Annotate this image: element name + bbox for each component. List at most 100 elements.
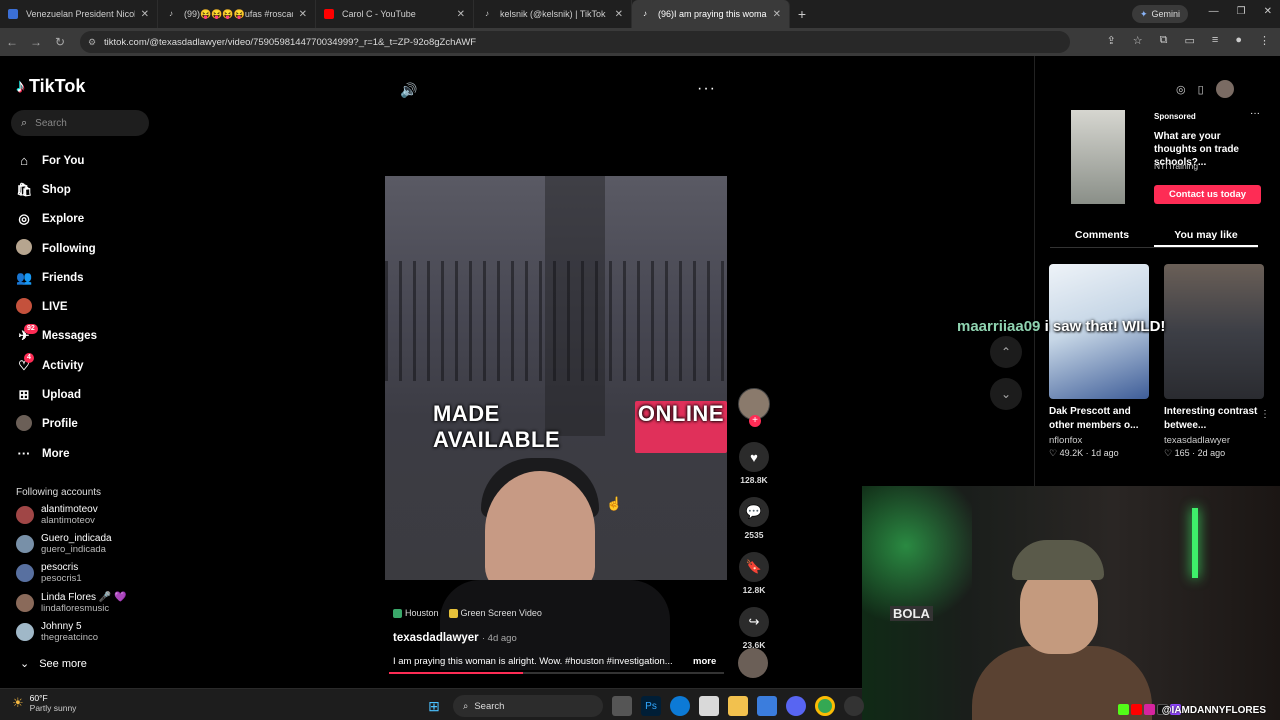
obs-icon[interactable] (844, 696, 864, 716)
more-icon: ··· (17, 446, 31, 462)
browser-tab[interactable]: Carol C - YouTube ✕ (316, 0, 474, 28)
card-more-icon[interactable]: ⋮ (1260, 409, 1270, 420)
previous-video-button[interactable]: ⌃ (990, 336, 1022, 368)
install-app-icon[interactable]: ⇪ (1107, 34, 1116, 47)
following-account[interactable]: Johnny 5 thegreatcinco (16, 621, 98, 643)
next-video-button[interactable]: ⌄ (990, 378, 1022, 410)
ad-thumbnail[interactable] (1071, 110, 1125, 204)
close-tab-icon[interactable]: ✕ (141, 9, 149, 20)
maximize-icon[interactable]: ❐ (1237, 6, 1246, 17)
search-input[interactable]: ⌕ Search (11, 110, 149, 136)
nav-more[interactable]: ··· More (16, 439, 97, 468)
account-name: Linda Flores 🎤 💜 (41, 592, 127, 603)
split-view-icon[interactable]: ▭ (1185, 34, 1195, 47)
weather-temp: 60°F (29, 693, 48, 703)
follow-plus-icon[interactable]: + (749, 415, 761, 427)
nav-activity[interactable]: ♡ 4 Activity (16, 351, 97, 380)
following-account[interactable]: pesocris pesocris1 (16, 562, 82, 584)
nav-upload[interactable]: ⊞ Upload (16, 380, 97, 409)
suggested-video-card[interactable]: Dak Prescott and other members o... nflo… (1049, 264, 1149, 459)
effect-tag[interactable]: Green Screen Video (448, 608, 542, 618)
extensions-icon[interactable]: ⧉ (1160, 34, 1168, 47)
ad-more-icon[interactable]: ··· (1250, 108, 1260, 119)
video-player[interactable]: MADE AVAILABLE ONLINE (385, 176, 727, 580)
close-tab-icon[interactable]: ✕ (457, 9, 465, 20)
nav-friends[interactable]: 👥 Friends (16, 263, 97, 292)
share-button[interactable]: ↪ (739, 607, 769, 637)
file-explorer-icon[interactable] (728, 696, 748, 716)
url-field[interactable]: ⚙ tiktok.com/@texasdadlawyer/video/75905… (80, 31, 1070, 53)
video-progress-bar[interactable] (389, 672, 724, 674)
app-icon[interactable] (757, 696, 777, 716)
avatar (16, 506, 34, 524)
following-account[interactable]: Linda Flores 🎤 💜 lindafloresmusic (16, 592, 127, 614)
webcam-overlay: BOLA @IAMDANNYFLORES (862, 486, 1280, 720)
description-more-button[interactable]: more (693, 656, 716, 667)
save-button[interactable]: 🔖 (739, 552, 769, 582)
following-account[interactable]: alantimoteov alantimoteov (16, 504, 98, 526)
browser-tab[interactable]: ♪ kelsnik (@kelsnik) | TikTok ✕ (474, 0, 632, 28)
gemini-button[interactable]: ✦ Gemini (1131, 5, 1188, 23)
photoshop-icon[interactable]: Ps (641, 696, 661, 716)
weather-widget[interactable]: ☀ 60°F Partly sunny (12, 693, 76, 713)
windows-taskbar: ☀ 60°F Partly sunny ⊞ ⌕ Search Ps (0, 688, 864, 720)
video-more-icon[interactable]: ··· (697, 80, 716, 98)
menu-kebab-icon[interactable]: ⋮ (1259, 34, 1270, 47)
suggested-video-card[interactable]: Interesting contrast betwee... texasdadl… (1164, 264, 1270, 459)
nav-messages[interactable]: ✈ 92 Messages (16, 322, 97, 351)
site-info-icon[interactable]: ⚙ (88, 37, 96, 48)
tiktok-logo[interactable]: ♪ TikTok (16, 76, 85, 97)
back-icon[interactable]: ← (0, 35, 24, 49)
chrome-icon[interactable] (815, 696, 835, 716)
bookmark-star-icon[interactable]: ☆ (1133, 34, 1143, 47)
windows-start-icon[interactable]: ⊞ (424, 696, 444, 716)
task-view-icon[interactable] (612, 696, 632, 716)
creator-avatar[interactable]: + (738, 388, 770, 427)
device-icon[interactable]: ▯ (1198, 83, 1204, 96)
location-label: Houston (405, 608, 439, 618)
minimize-icon[interactable]: — (1209, 6, 1219, 17)
browser-tab-active[interactable]: ♪ (96)I am praying this woman is ✕ (632, 0, 790, 28)
nav-shop[interactable]: 🛍 Shop (16, 175, 97, 204)
like-button[interactable]: ♥ (739, 442, 769, 472)
progress-fill (389, 672, 523, 674)
browser-tab[interactable]: Venezuelan President Nicolás M ✕ (0, 0, 158, 28)
video-author[interactable]: texasdadlawyer · 4d ago (393, 632, 517, 644)
profile-avatar-icon[interactable]: ● (1235, 34, 1242, 47)
volume-icon[interactable]: 🔊 (400, 82, 417, 99)
contact-us-button[interactable]: Contact us today (1154, 185, 1261, 204)
nav-profile[interactable]: Profile (16, 410, 97, 439)
reload-icon[interactable]: ↻ (48, 35, 72, 49)
taskbar-search[interactable]: ⌕ Search (453, 695, 603, 717)
browser-tab[interactable]: ♪ (99)😝😝😝😝ufas #roscade ✕ (158, 0, 316, 28)
new-tab-button[interactable]: + (790, 6, 814, 22)
chevron-down-icon: ⌄ (1000, 387, 1012, 401)
comment-button[interactable]: 💬 (739, 497, 769, 527)
tab-comments[interactable]: Comments (1050, 222, 1154, 247)
edge-icon[interactable] (670, 696, 690, 716)
close-window-icon[interactable]: ✕ (1264, 6, 1272, 17)
store-icon[interactable] (699, 696, 719, 716)
compass-icon[interactable]: ◎ (1176, 83, 1186, 96)
comment-icon: 💬 (745, 504, 763, 519)
nav-label: Messages (42, 330, 97, 343)
nav-live[interactable]: LIVE (16, 292, 97, 321)
account-handle: thegreatcinco (41, 632, 99, 643)
see-more-button[interactable]: ⌄ See more (20, 657, 87, 670)
location-tag[interactable]: Houston (393, 608, 439, 618)
weather-desc: Partly sunny (29, 703, 77, 713)
following-account[interactable]: Guero_indicada guero_indicada (16, 533, 112, 555)
forward-icon[interactable]: → (24, 35, 48, 49)
like-count: 128.8K (740, 475, 768, 485)
nav-explore[interactable]: ◎ Explore (16, 205, 97, 234)
discord-icon[interactable] (786, 696, 806, 716)
media-controls-icon[interactable]: ≡ (1212, 34, 1218, 47)
close-tab-icon[interactable]: ✕ (773, 9, 781, 20)
close-tab-icon[interactable]: ✕ (299, 9, 307, 20)
user-avatar[interactable] (1215, 80, 1234, 98)
tab-you-may-like[interactable]: You may like (1154, 222, 1258, 247)
close-tab-icon[interactable]: ✕ (615, 9, 623, 20)
nav-following[interactable]: Following (16, 234, 97, 263)
sound-avatar[interactable] (738, 648, 768, 678)
nav-for-you[interactable]: ⌂ For You (16, 146, 97, 175)
